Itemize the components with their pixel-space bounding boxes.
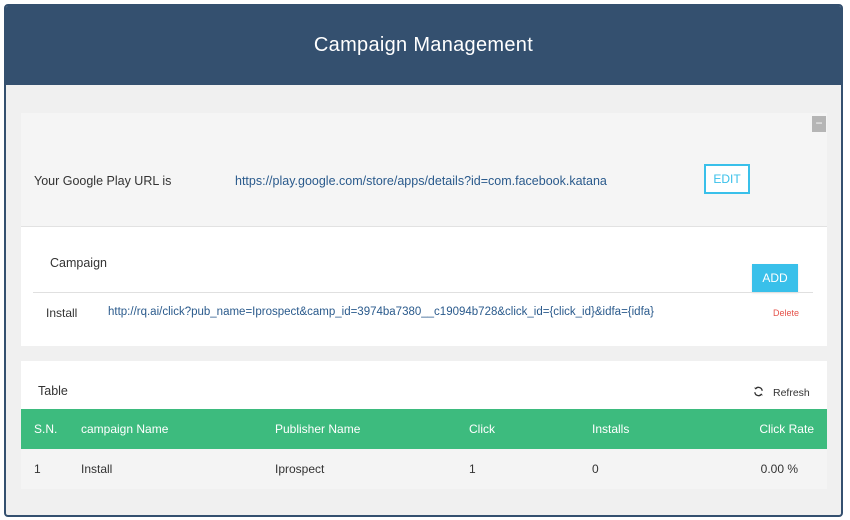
column-header-sn: S.N. [34,422,58,436]
google-play-url-label: Your Google Play URL is [34,174,172,188]
refresh-button[interactable]: Refresh [753,386,810,400]
divider [33,292,813,293]
collapse-button[interactable]: − [812,116,826,132]
stats-table-panel: Table Refresh S.N. campaign Name Publish… [21,361,827,489]
column-header-click-rate: Click Rate [759,422,814,436]
table-section-title: Table [38,384,68,398]
refresh-label: Refresh [773,387,810,399]
delete-campaign-button[interactable]: Delete [773,308,799,318]
table-header-row: S.N. campaign Name Publisher Name Click … [21,409,827,449]
column-header-click: Click [469,422,495,436]
minus-icon: − [815,116,823,130]
google-play-url-panel: − Your Google Play URL is https://play.g… [21,113,827,227]
edit-url-button[interactable]: EDIT [704,164,750,194]
page-header: Campaign Management [6,6,841,85]
column-header-campaign-name: campaign Name [81,422,169,436]
cell-click: 1 [469,462,476,476]
campaign-tracking-link[interactable]: http://rq.ai/click?pub_name=Iprospect&ca… [108,306,654,318]
campaign-panel: Campaign ADD Install http://rq.ai/click?… [21,227,827,346]
google-play-url-link[interactable]: https://play.google.com/store/apps/detai… [235,174,607,188]
cell-sn: 1 [34,462,41,476]
campaign-name: Install [46,306,78,320]
page-title: Campaign Management [313,34,534,56]
column-header-installs: Installs [592,422,630,436]
cell-publisher-name: Iprospect [275,462,325,476]
cell-installs: 0 [592,462,599,476]
refresh-icon [753,386,764,400]
cell-click-rate: 0.00 % [760,462,798,476]
column-header-publisher-name: Publisher Name [275,422,361,436]
campaign-section-title: Campaign [50,256,107,270]
cell-campaign-name: Install [81,462,113,476]
app-window: Campaign Management − Your Google Play U… [4,4,843,517]
campaign-list-item: Install http://rq.ai/click?pub_name=Ipro… [21,303,827,323]
add-campaign-button[interactable]: ADD [752,264,798,292]
table-row: 1 Install Iprospect 1 0 0.00 % [21,449,827,489]
